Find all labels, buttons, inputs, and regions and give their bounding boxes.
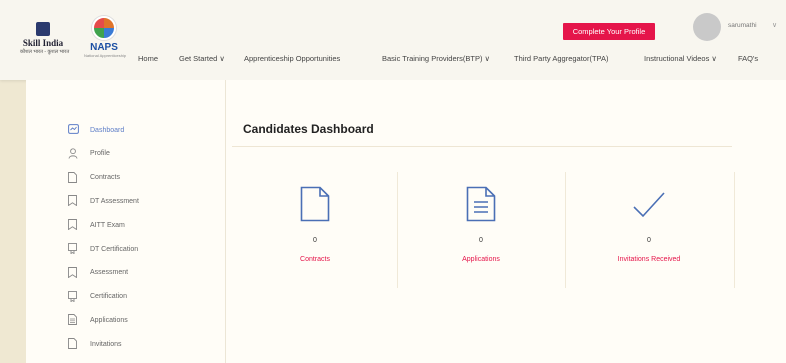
nav-item-home[interactable]: Home (138, 54, 158, 63)
sidebar-item-profile[interactable]: Profile (68, 147, 110, 161)
certificate-icon (68, 243, 78, 255)
sidebar-item-invitations[interactable]: Invitations (68, 337, 122, 351)
stat-count: 0 (479, 237, 483, 244)
skill-india-brand: Skill India (22, 38, 64, 48)
sidebar-item-dashboard[interactable]: Dashboard (68, 123, 124, 137)
card-divider (565, 172, 566, 288)
page-title: Candidates Dashboard (243, 122, 374, 136)
certificate-icon (68, 290, 78, 303)
skill-india-logo[interactable]: Skill India कौशल भारत - कुशल भारत (20, 22, 70, 66)
sidebar-item-contracts[interactable]: Contracts (68, 171, 120, 185)
sidebar: Dashboard Profile Contracts DT Assessment AI… (26, 80, 226, 363)
sidebar-item-assessment[interactable]: Assessment (68, 266, 128, 280)
sidebar-item-label: AITT Exam (90, 221, 125, 229)
sidebar-item-label: Assessment (90, 269, 129, 277)
bookmark-icon (68, 266, 78, 279)
sidebar-item-applications[interactable]: Applications (68, 313, 128, 327)
naps-name: NAPS (90, 42, 118, 53)
naps-subtitle: National Apprenticeship (84, 53, 127, 58)
sidebar-item-dt-certification[interactable]: DT Certification (68, 242, 138, 256)
nav-item-apprenticeship-opportunities[interactable]: Apprenticeship Opportunities (244, 54, 340, 63)
avatar[interactable] (693, 13, 721, 41)
bookmark-icon (68, 219, 78, 231)
stat-label[interactable]: Invitations Received (566, 256, 732, 263)
file-text-icon (398, 186, 564, 222)
title-divider (232, 146, 732, 147)
nav-item-faq-s[interactable]: FAQ's (738, 54, 758, 63)
username[interactable]: sarumathi (728, 22, 757, 29)
sidebar-item-label: DT Certification (90, 245, 139, 253)
naps-logo[interactable]: NAPS National Apprenticeship (84, 16, 127, 66)
user-icon (68, 148, 78, 160)
file-text-icon (68, 314, 78, 326)
top-header: Skill India कौशल भारत - कुशल भारत NAPS N… (0, 0, 786, 80)
nav-item-instructional-videos[interactable]: Instructional Videos ∨ (644, 54, 717, 63)
sidebar-item-label: Dashboard (90, 126, 125, 134)
skill-india-tagline: कौशल भारत - कुशल भारत (20, 49, 70, 55)
document-icon (232, 186, 398, 222)
sidebar-item-label: Certification (90, 293, 127, 301)
stat-card-applications[interactable]: 0 Applications (398, 168, 564, 288)
card-divider (397, 172, 398, 288)
sidebar-item-label: Applications (90, 316, 128, 324)
nav-item-basic-training-providers-btp[interactable]: Basic Training Providers(BTP) ∨ (382, 54, 490, 63)
chevron-down-icon[interactable]: ∨ (772, 21, 777, 29)
stat-label[interactable]: Contracts (232, 256, 398, 263)
sidebar-item-label: Profile (90, 150, 110, 158)
stat-card-contracts[interactable]: 0 Contracts (232, 168, 398, 288)
dashboard-icon (68, 124, 79, 136)
sidebar-item-label: DT Assessment (90, 197, 139, 205)
stat-count: 0 (647, 237, 651, 244)
stat-label[interactable]: Applications (398, 256, 564, 263)
document-icon (68, 338, 78, 350)
bookmark-icon (68, 195, 78, 207)
sidebar-item-label: Invitations (90, 340, 122, 348)
stat-card-invitations-received[interactable]: 0 Invitations Received (566, 168, 732, 288)
sidebar-item-dt-assessment[interactable]: DT Assessment (68, 194, 139, 208)
document-icon (68, 171, 78, 184)
nav-item-get-started[interactable]: Get Started ∨ (179, 54, 225, 63)
sidebar-item-label: Contracts (90, 174, 120, 182)
sidebar-item-certification[interactable]: Certification (68, 290, 127, 304)
sidebar-item-aitt-exam[interactable]: AITT Exam (68, 218, 125, 232)
emblem-icon (36, 22, 50, 36)
complete-profile-button[interactable]: Complete Your Profile (563, 23, 655, 40)
check-icon (566, 186, 732, 222)
card-divider (734, 172, 735, 288)
naps-wheel-icon (92, 16, 116, 40)
nav-item-third-party-aggregator-tpa[interactable]: Third Party Aggregator(TPA) (514, 54, 608, 63)
stat-count: 0 (313, 237, 317, 244)
